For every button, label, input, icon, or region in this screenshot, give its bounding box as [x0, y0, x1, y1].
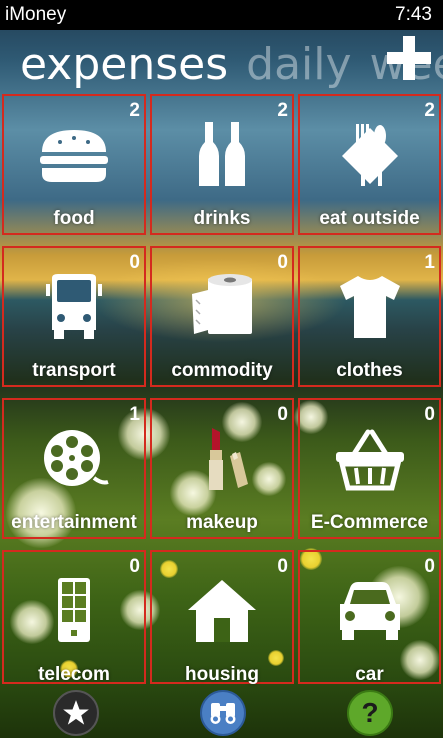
tshirt-icon — [339, 276, 400, 338]
tile-count: 2 — [129, 100, 140, 121]
tile-label: clothes — [336, 360, 403, 381]
pivot-header: expensesdailyweekl — [20, 38, 443, 92]
favorites-button[interactable] — [53, 690, 99, 736]
search-button[interactable] — [200, 690, 246, 736]
tile-eat-outside[interactable]: 2 eat outside — [298, 94, 441, 235]
tile-transport[interactable]: 0 transport — [2, 246, 146, 387]
tile-makeup[interactable]: 0 makeup — [150, 398, 294, 539]
add-icon[interactable] — [387, 36, 431, 80]
tile-count: 0 — [129, 556, 140, 577]
tile-count: 0 — [277, 252, 288, 273]
help-button[interactable]: ? — [347, 690, 393, 736]
film-reel-icon — [44, 430, 109, 486]
tile-count: 2 — [424, 100, 435, 121]
toilet-paper-icon — [192, 274, 252, 334]
tile-telecom[interactable]: 0 telecom — [2, 550, 146, 685]
tile-count: 0 — [277, 404, 288, 425]
tile-count: 2 — [277, 100, 288, 121]
tile-commodity[interactable]: 0 commodity — [150, 246, 294, 387]
pivot-item-expenses[interactable]: expenses — [20, 39, 228, 90]
tile-count: 0 — [277, 556, 288, 577]
bus-icon — [46, 274, 102, 339]
tile-count: 0 — [129, 252, 140, 273]
tile-label: commodity — [171, 360, 273, 381]
cutlery-icon — [341, 124, 398, 186]
tile-food[interactable]: 2 food — [2, 94, 146, 235]
clock: 7:43 — [395, 4, 432, 25]
tile-label: eat outside — [319, 208, 420, 229]
tile-count: 1 — [129, 404, 140, 425]
tile-clothes[interactable]: 1 clothes — [298, 246, 441, 387]
tile-label: housing — [185, 664, 259, 685]
tile-label: drinks — [193, 208, 251, 229]
tile-count: 1 — [424, 252, 435, 273]
lipstick-icon — [209, 428, 248, 490]
tile-label: food — [53, 208, 95, 229]
house-icon — [188, 580, 256, 642]
tile-e-commerce[interactable]: 0 E-Commerce — [298, 398, 441, 539]
tile-entertainment[interactable]: 1 entertainment — [2, 398, 146, 539]
bottles-icon — [199, 122, 245, 186]
tile-label: E-Commerce — [310, 512, 429, 533]
tile-housing[interactable]: 0 housing — [150, 550, 294, 685]
car-icon — [339, 582, 400, 640]
app-name: iMoney — [5, 4, 67, 25]
tile-label: car — [355, 664, 384, 685]
binoculars-icon — [210, 703, 236, 724]
burger-icon — [40, 130, 108, 182]
tile-count: 0 — [424, 556, 435, 577]
basket-icon — [335, 429, 404, 491]
tile-drinks[interactable]: 2 drinks — [150, 94, 294, 235]
pivot-item-daily[interactable]: daily — [246, 39, 351, 90]
tile-label: entertainment — [11, 512, 137, 533]
help-icon: ? — [361, 697, 379, 728]
tile-car[interactable]: 0 car — [298, 550, 441, 685]
tile-label: makeup — [186, 512, 258, 533]
star-icon — [63, 700, 89, 725]
tile-count: 0 — [424, 404, 435, 425]
phone-icon — [58, 578, 90, 642]
tile-label: telecom — [38, 664, 110, 685]
tile-label: transport — [32, 360, 116, 381]
status-bar: iMoney 7:43 — [0, 0, 443, 30]
